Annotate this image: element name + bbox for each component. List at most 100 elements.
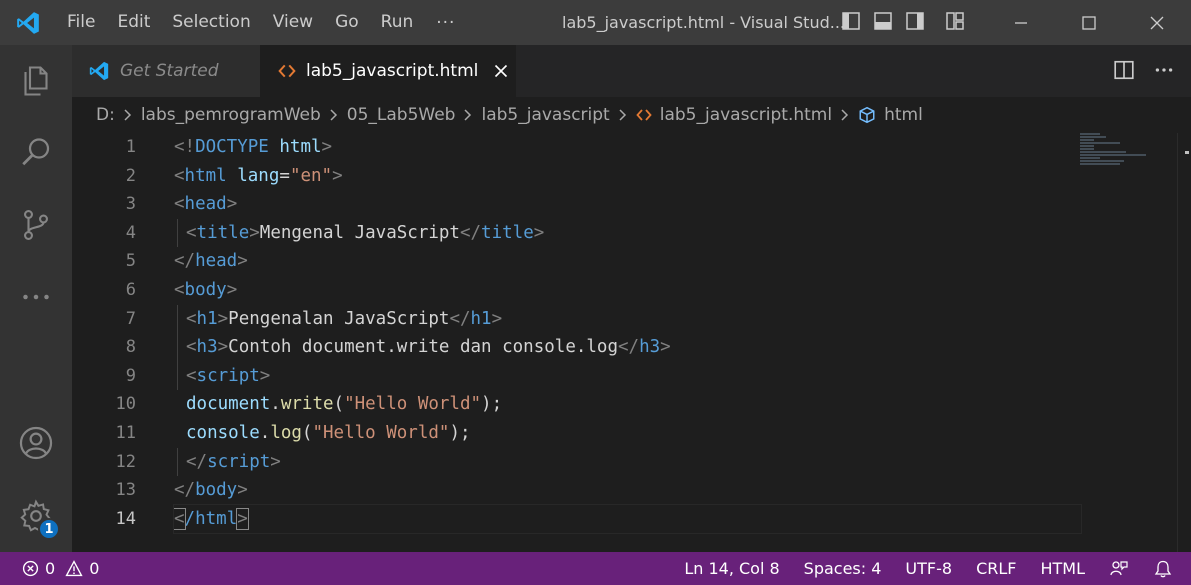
file-encoding[interactable]: UTF-8 xyxy=(893,552,964,585)
tab-label: lab5_javascript.html xyxy=(306,61,479,81)
notifications-bell-icon[interactable] xyxy=(1141,552,1191,585)
status-bar-right: Ln 14, Col 8 Spaces: 4 UTF-8 CRLF HTML xyxy=(672,552,1191,585)
code-line: console.log("Hello World"); xyxy=(174,419,1081,448)
activity-bar xyxy=(0,45,72,552)
token: > xyxy=(660,337,671,358)
token: ( xyxy=(301,422,313,443)
token: . xyxy=(259,422,271,443)
close-tab-icon[interactable] xyxy=(492,62,510,80)
maximize-icon[interactable] xyxy=(1055,0,1123,45)
breadcrumb-symbol[interactable]: html xyxy=(884,105,923,125)
token: ( xyxy=(333,394,345,415)
token: script xyxy=(196,365,260,386)
token: > xyxy=(259,365,271,386)
source-control-icon[interactable] xyxy=(0,197,72,253)
problems-indicator[interactable]: 0 0 xyxy=(0,559,99,578)
line-number: 13 xyxy=(115,480,136,501)
code-line: </script> xyxy=(174,447,1081,477)
search-icon[interactable] xyxy=(0,125,72,181)
token: </ xyxy=(449,308,471,329)
layout-controls xyxy=(840,10,966,32)
breadcrumb-drive[interactable]: D: xyxy=(96,105,115,125)
token: /html xyxy=(184,508,238,529)
scroll-position-marker xyxy=(1185,151,1189,154)
chevron-right-icon xyxy=(123,108,133,122)
end-of-line[interactable]: CRLF xyxy=(964,552,1028,585)
menu-go[interactable]: Go xyxy=(324,0,370,45)
status-bar: 0 0 Ln 14, Col 8 Spaces: 4 UTF-8 CRLF HT… xyxy=(0,552,1191,585)
customize-layout-icon[interactable] xyxy=(944,10,966,32)
token: script xyxy=(207,451,271,472)
code-line: <script> xyxy=(174,361,1081,391)
breadcrumb-folder[interactable]: 05_Lab5Web xyxy=(347,105,456,125)
tab-label: Get Started xyxy=(120,61,219,81)
line-number: 5 xyxy=(125,251,136,272)
vertical-scrollbar[interactable] xyxy=(1177,133,1191,552)
token: > xyxy=(217,337,229,358)
vscode-logo-icon[interactable] xyxy=(0,0,56,45)
breadcrumb-folder[interactable]: lab5_javascript xyxy=(481,105,609,125)
minimap[interactable] xyxy=(1080,133,1168,169)
code-editor[interactable]: 1 2 3 4 5 6 7 8 9 10 11 12 13 14 <!DOCTY… xyxy=(72,133,1191,552)
token: > xyxy=(321,137,333,157)
token: </ xyxy=(174,251,196,272)
token: "Hello World" xyxy=(344,394,482,415)
window-controls xyxy=(987,0,1191,45)
menu-selection[interactable]: Selection xyxy=(161,0,261,45)
matched-bracket: < xyxy=(173,507,186,530)
token: < xyxy=(174,279,185,300)
token: <! xyxy=(174,137,196,157)
menu-bar: File Edit Selection View Go Run ··· xyxy=(56,0,467,45)
menu-view[interactable]: View xyxy=(262,0,324,45)
feedback-icon[interactable] xyxy=(1097,552,1141,585)
settings-gear-icon[interactable] xyxy=(0,488,72,544)
menu-edit[interactable]: Edit xyxy=(106,0,161,45)
breadcrumb-folder[interactable]: labs_pemrogramWeb xyxy=(141,105,321,125)
code-area[interactable]: <!DOCTYPE html> <html lang="en"> <head> … xyxy=(173,133,1082,535)
token: console xyxy=(186,422,260,443)
html-file-icon xyxy=(278,62,296,80)
toggle-primary-sidebar-icon[interactable] xyxy=(840,10,862,32)
indentation[interactable]: Spaces: 4 xyxy=(792,552,894,585)
token: > xyxy=(226,279,238,300)
token: DOCTYPE xyxy=(195,137,269,157)
token: h1 xyxy=(196,308,218,329)
line-number-current: 14 xyxy=(115,508,136,529)
token: h3 xyxy=(639,337,661,358)
token: < xyxy=(186,365,197,386)
token: Mengenal JavaScript xyxy=(259,222,460,243)
close-window-icon[interactable] xyxy=(1123,0,1191,45)
symbol-element-icon xyxy=(858,106,876,124)
cursor-position[interactable]: Ln 14, Col 8 xyxy=(672,552,791,585)
menu-run[interactable]: Run xyxy=(370,0,425,45)
menu-file[interactable]: File xyxy=(56,0,106,45)
more-views-icon[interactable] xyxy=(0,269,72,325)
token: title xyxy=(481,222,534,243)
account-icon[interactable] xyxy=(0,415,72,471)
more-actions-icon[interactable] xyxy=(1153,59,1175,85)
token: > xyxy=(270,451,281,472)
token: < xyxy=(186,308,197,329)
split-editor-icon[interactable] xyxy=(1113,59,1135,85)
chevron-right-icon xyxy=(840,108,850,122)
explorer-icon[interactable] xyxy=(0,53,72,109)
token: document xyxy=(186,394,271,415)
minimize-icon[interactable] xyxy=(987,0,1055,45)
code-line: <title>Mengenal JavaScript</title> xyxy=(174,218,1081,248)
code-line: </head> xyxy=(174,247,1081,276)
token: </ xyxy=(459,222,482,243)
code-line: document.write("Hello World"); xyxy=(174,390,1081,419)
breadcrumb-file[interactable]: lab5_javascript.html xyxy=(660,105,832,125)
menu-more-button[interactable]: ··· xyxy=(424,13,467,33)
language-mode[interactable]: HTML xyxy=(1028,552,1097,585)
toggle-secondary-sidebar-icon[interactable] xyxy=(904,10,926,32)
token: </ xyxy=(174,480,196,501)
tab-lab5-javascript-html[interactable]: lab5_javascript.html xyxy=(260,45,516,97)
indent-guide xyxy=(177,447,178,477)
toggle-panel-icon[interactable] xyxy=(872,10,894,32)
token: < xyxy=(174,165,185,186)
token: </ xyxy=(186,451,208,472)
tab-get-started[interactable]: Get Started xyxy=(72,45,260,97)
matched-bracket: > xyxy=(236,507,249,530)
line-number: 3 xyxy=(125,194,136,215)
